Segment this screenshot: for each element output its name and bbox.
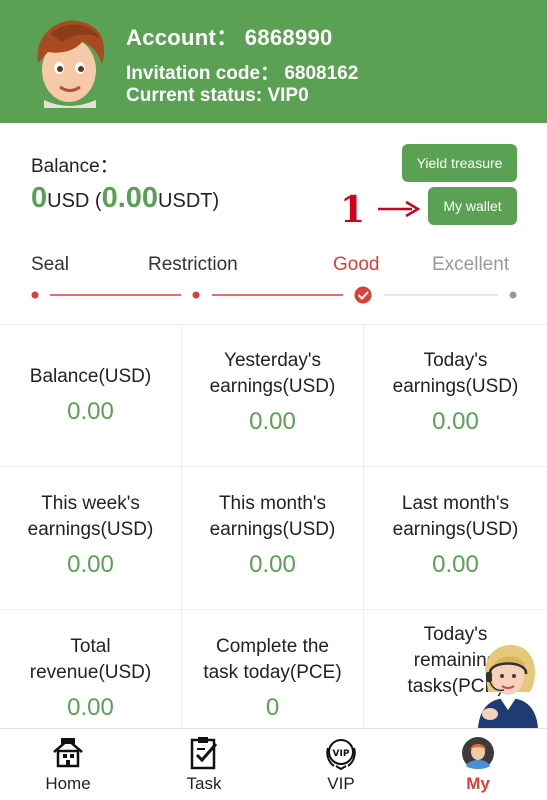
nav-my[interactable]: My [409, 729, 547, 800]
stat-completed-tasks-today: Complete the task today(PCE) 0 [182, 610, 364, 730]
stat-this-month-earnings: This month's earnings(USD) 0.00 [182, 467, 364, 610]
vip-status: Current status: VIP0 [126, 85, 309, 106]
svg-text:VIP: VIP [333, 749, 350, 759]
vip-badge-icon: VIP [326, 739, 356, 770]
annotation-arrow-icon [378, 200, 420, 218]
stat-label: Today's earnings(USD) [392, 350, 519, 397]
level-dot-seal [31, 291, 39, 299]
usd-unit: USD ( [47, 190, 102, 212]
stat-label: Yesterday's earnings(USD) [209, 350, 336, 397]
level-progress-track [31, 286, 517, 304]
stat-value: 0.00 [67, 398, 114, 425]
usdt-unit: USDT) [158, 190, 220, 212]
nav-label: Task [186, 774, 222, 793]
stat-value: 0.00 [249, 551, 296, 578]
stat-value: 0.00 [432, 551, 479, 578]
stat-today-earnings: Today's earnings(USD) 0.00 [364, 324, 547, 467]
stat-value: 0.00 [67, 551, 114, 578]
level-excellent: Excellent [432, 254, 510, 275]
user-avatar-icon [462, 737, 494, 769]
nav-home[interactable]: Home [0, 729, 136, 800]
invitation-code: Invitation code： 6808162 [126, 63, 359, 84]
stats-grid: Balance(USD) 0.00 Yesterday's earnings(U… [0, 324, 547, 730]
stat-last-month-earnings: Last month's earnings(USD) 0.00 [364, 467, 547, 610]
stat-label: This week's earnings(USD) [27, 493, 154, 540]
stat-total-revenue: Total revenue(USD) 0.00 [0, 610, 182, 730]
nav-label: Home [45, 774, 91, 793]
stat-value: 0.00 [67, 694, 114, 721]
balance-summary: 0USD (0.00USDT) [31, 182, 219, 215]
stat-label: This month's earnings(USD) [209, 493, 336, 540]
stat-value: 0.00 [432, 408, 479, 435]
clipboard-check-icon [190, 737, 218, 770]
usdt-balance-value: 0.00 [101, 182, 159, 214]
annotation-number: 1 [340, 189, 366, 231]
bottom-navigation: Home Task VIP VIP My [0, 728, 547, 800]
stat-balance: Balance(USD) 0.00 [0, 324, 182, 467]
stat-label: Total revenue(USD) [29, 636, 152, 683]
stat-label: Last month's earnings(USD) [392, 493, 519, 540]
my-wallet-button[interactable]: My wallet [428, 187, 517, 225]
level-seal: Seal [31, 254, 70, 275]
stat-value: 0 [265, 694, 280, 721]
balance-label: Balance： [31, 156, 119, 177]
level-dot-excellent [509, 291, 517, 299]
yield-treasure-button[interactable]: Yield treasure [402, 144, 517, 182]
stat-this-week-earnings: This week's earnings(USD) 0.00 [0, 467, 182, 610]
usd-balance-value: 0 [31, 182, 48, 214]
level-check-icon [354, 286, 372, 304]
level-good: Good [333, 254, 380, 275]
stat-yesterday-earnings: Yesterday's earnings(USD) 0.00 [182, 324, 364, 467]
nav-label: VIP [327, 774, 355, 793]
account-number: Account： 6868990 [126, 25, 333, 50]
level-restriction: Restriction [148, 254, 238, 275]
customer-support-icon[interactable] [472, 638, 544, 728]
stat-label: Balance(USD) [29, 366, 152, 387]
nav-task[interactable]: Task [136, 729, 272, 800]
level-dot-restriction [192, 291, 200, 299]
nav-vip[interactable]: VIP VIP [273, 729, 409, 800]
nav-label: My [466, 774, 490, 793]
user-avatar-icon[interactable] [24, 12, 114, 108]
house-icon [53, 738, 83, 768]
stat-label: Complete the task today(PCE) [203, 636, 342, 683]
stat-value: 0.00 [249, 408, 296, 435]
profile-header: Account： 6868990 Invitation code： 680816… [0, 0, 547, 123]
